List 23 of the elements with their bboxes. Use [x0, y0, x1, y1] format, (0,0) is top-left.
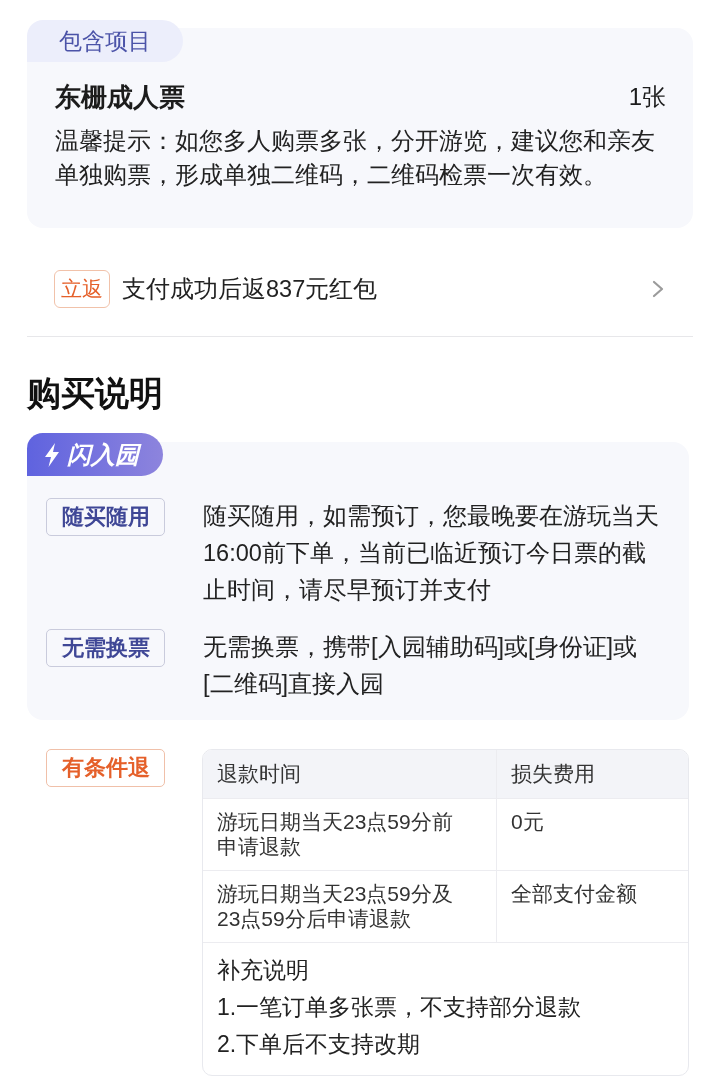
- chevron-icon[interactable]: [652, 280, 664, 298]
- promo-text: 支付成功后返837元红包: [122, 275, 378, 304]
- table-cell: 全部支付金额: [497, 870, 688, 942]
- ticket-quantity: 1张: [628, 82, 666, 112]
- ticket-name: 东栅成人票: [55, 81, 185, 114]
- section-label: 包含项目: [27, 20, 183, 62]
- note-text: 1.一笔订单多张票，不支持部分退款: [217, 993, 583, 1022]
- notes-title: 补充说明: [217, 956, 310, 985]
- note-text: 2.下单后不支持改期: [217, 1030, 422, 1059]
- rule-tag: 随买随用: [46, 498, 165, 536]
- refund-policy-tag: 有条件退: [46, 749, 165, 787]
- tip-text: 温馨提示：如您多人购票多张，分开游览，建议您和亲友单独购票，形成单独二维码，二维码检票一次有效。: [55, 127, 655, 190]
- rule-description: 随买随用，如需预订，您最晚要在游玩当天16:00前下单，当前已临近预订今日票的截止时间，请尽早预订并支付: [203, 502, 659, 605]
- lightning-icon: [44, 442, 60, 467]
- rule-description: 无需换票，携带[入园辅助码]或[身份证]或[二维码]直接入园: [203, 633, 639, 699]
- cashback-badge: 立返: [54, 270, 110, 308]
- section-heading: 购买说明: [27, 373, 164, 414]
- table-cell: 游玩日期当天23点59分前申请退款: [203, 798, 497, 870]
- column-header: 损失费用: [497, 750, 688, 798]
- table-cell: 游玩日期当天23点59分及23点59分后申请退款: [203, 870, 497, 942]
- column-header: 退款时间: [203, 750, 497, 798]
- rule-tag: 无需换票: [46, 629, 165, 667]
- table-cell: 0元: [497, 798, 688, 870]
